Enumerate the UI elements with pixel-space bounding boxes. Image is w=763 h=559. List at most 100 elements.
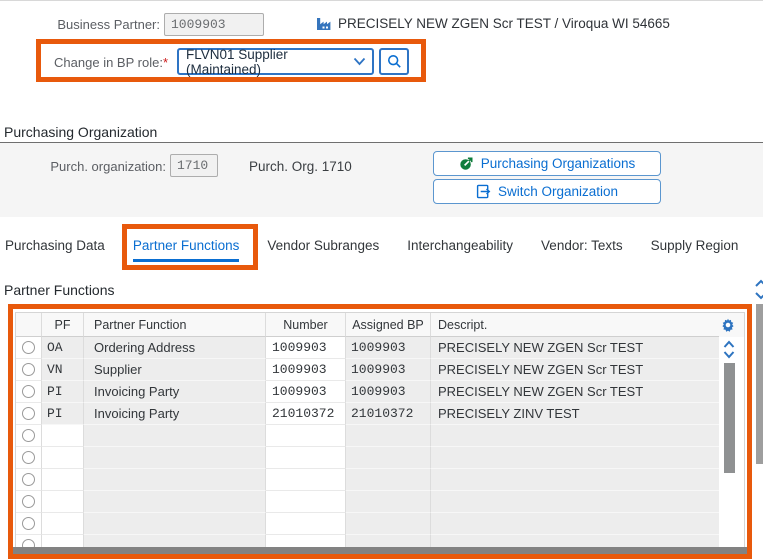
table-row: PI Invoicing Party 1009903 1009903 PRECISELY… bbox=[16, 381, 744, 403]
table-horizontal-scrollbar[interactable] bbox=[13, 547, 747, 554]
bp-role-label: Change in BP role:* bbox=[54, 55, 168, 70]
cell-number[interactable]: 1009903 bbox=[266, 337, 346, 359]
column-header-number[interactable]: Number bbox=[266, 313, 346, 337]
cell-descript bbox=[431, 491, 719, 513]
table-row-empty bbox=[16, 513, 744, 535]
column-header-pf[interactable]: PF bbox=[42, 313, 84, 337]
cell-assigned-bp: 1009903 bbox=[346, 381, 431, 403]
table-scroll-down-icon[interactable] bbox=[723, 350, 735, 359]
cell-number[interactable] bbox=[266, 469, 346, 491]
cell-descript: PRECISELY NEW ZGEN Scr TEST bbox=[431, 359, 719, 381]
row-radio-button[interactable] bbox=[22, 407, 35, 420]
factory-icon bbox=[315, 16, 332, 31]
cell-descript: PRECISELY NEW ZGEN Scr TEST bbox=[431, 381, 719, 403]
row-select-cell bbox=[16, 425, 42, 447]
partner-functions-table: PF Partner Function Number Assigned BP Descr… bbox=[15, 312, 745, 548]
cell-number[interactable] bbox=[266, 425, 346, 447]
chevron-down-icon bbox=[353, 57, 366, 66]
row-radio-button[interactable] bbox=[22, 517, 35, 530]
row-select-cell bbox=[16, 381, 42, 403]
table-header-row: PF Partner Function Number Assigned BP Descr… bbox=[16, 313, 744, 337]
column-header-assigned-bp[interactable]: Assigned BP bbox=[346, 313, 431, 337]
bp-role-dropdown[interactable]: FLVN01 Supplier (Maintained) bbox=[177, 47, 374, 77]
cell-partner-function bbox=[84, 469, 266, 491]
row-radio-button[interactable] bbox=[22, 385, 35, 398]
tab-vendor-texts[interactable]: Vendor: Texts bbox=[541, 238, 623, 262]
tab-vendor-subranges[interactable]: Vendor Subranges bbox=[267, 238, 379, 262]
table-row: VN Supplier 1009903 1009903 PRECISELY NEW ZG… bbox=[16, 359, 744, 381]
cell-pf[interactable] bbox=[42, 469, 84, 491]
org-overview-icon bbox=[459, 156, 474, 171]
row-radio-button[interactable] bbox=[22, 451, 35, 464]
switch-icon bbox=[476, 184, 491, 199]
column-header-partner-function[interactable]: Partner Function bbox=[84, 313, 266, 337]
partner-functions-title: Partner Functions bbox=[4, 282, 115, 298]
row-radio-button[interactable] bbox=[22, 341, 35, 354]
tab-supply-region[interactable]: Supply Region bbox=[651, 238, 739, 262]
purchasing-organizations-button-label: Purchasing Organizations bbox=[480, 156, 636, 171]
row-select-cell bbox=[16, 447, 42, 469]
cell-partner-function: Invoicing Party bbox=[84, 403, 266, 425]
row-radio-button[interactable] bbox=[22, 495, 35, 508]
table-row-empty bbox=[16, 425, 744, 447]
table-settings-gear-icon[interactable] bbox=[721, 318, 735, 332]
cell-number[interactable]: 21010372 bbox=[266, 403, 346, 425]
cell-partner-function bbox=[84, 425, 266, 447]
cell-pf[interactable] bbox=[42, 513, 84, 535]
cell-number[interactable]: 1009903 bbox=[266, 359, 346, 381]
table-row-empty bbox=[16, 469, 744, 491]
purchasing-organizations-button[interactable]: Purchasing Organizations bbox=[433, 151, 661, 176]
purchasing-organization-title: Purchasing Organization bbox=[4, 124, 158, 140]
cell-pf[interactable] bbox=[42, 491, 84, 513]
cell-assigned-bp: 1009903 bbox=[346, 337, 431, 359]
cell-descript bbox=[431, 447, 719, 469]
row-select-cell bbox=[16, 359, 42, 381]
cell-descript: PRECISELY ZINV TEST bbox=[431, 403, 719, 425]
cell-assigned-bp bbox=[346, 425, 431, 447]
column-header-descript-[interactable]: Descript. bbox=[431, 313, 719, 337]
partner-summary-text: PRECISELY NEW ZGEN Scr TEST / Viroqua WI… bbox=[338, 16, 670, 31]
panel-expand-collapse-icon[interactable] bbox=[754, 279, 763, 301]
table-row: OA Ordering Address 1009903 1009903 PRECISEL… bbox=[16, 337, 744, 359]
table-row-empty bbox=[16, 491, 744, 513]
cell-descript bbox=[431, 513, 719, 535]
cell-assigned-bp bbox=[346, 469, 431, 491]
table-row-empty bbox=[16, 447, 744, 469]
cell-partner-function: Invoicing Party bbox=[84, 381, 266, 403]
cell-assigned-bp bbox=[346, 491, 431, 513]
cell-number[interactable] bbox=[266, 513, 346, 535]
tab-purchasing-data[interactable]: Purchasing Data bbox=[5, 238, 105, 262]
cell-partner-function bbox=[84, 513, 266, 535]
cell-number[interactable] bbox=[266, 491, 346, 513]
purch-org-label: Purch. organization: bbox=[50, 159, 166, 174]
required-marker: * bbox=[162, 55, 168, 70]
bp-maintain-screen: Business Partner: 1009903 PRECISELY NEW … bbox=[0, 0, 763, 559]
cell-pf[interactable] bbox=[42, 425, 84, 447]
row-radio-button[interactable] bbox=[22, 473, 35, 486]
switch-organization-button[interactable]: Switch Organization bbox=[433, 179, 661, 204]
page-scrollbar[interactable] bbox=[756, 304, 763, 464]
table-scroll-up-icon[interactable] bbox=[723, 340, 735, 349]
cell-pf[interactable] bbox=[42, 447, 84, 469]
header-select-column bbox=[16, 313, 42, 337]
tab-strip: Purchasing Data Partner Functions Vendor S… bbox=[5, 238, 738, 262]
search-icon bbox=[387, 54, 402, 69]
tab-partner-functions[interactable]: Partner Functions bbox=[132, 238, 240, 262]
tab-interchangeability[interactable]: Interchangeability bbox=[407, 238, 513, 262]
cell-number[interactable] bbox=[266, 447, 346, 469]
row-select-cell bbox=[16, 469, 42, 491]
cell-assigned-bp: 21010372 bbox=[346, 403, 431, 425]
row-radio-button[interactable] bbox=[22, 363, 35, 376]
cell-number[interactable]: 1009903 bbox=[266, 381, 346, 403]
business-partner-label: Business Partner: bbox=[57, 17, 160, 32]
purch-org-field: 1710 bbox=[170, 154, 218, 177]
cell-assigned-bp bbox=[346, 513, 431, 535]
cell-partner-function: Supplier bbox=[84, 359, 266, 381]
row-select-cell bbox=[16, 491, 42, 513]
business-partner-field: 1009903 bbox=[164, 13, 264, 36]
table-vertical-scrollbar[interactable] bbox=[724, 363, 735, 473]
value-help-button[interactable] bbox=[379, 48, 409, 75]
cell-descript bbox=[431, 469, 719, 491]
row-radio-button[interactable] bbox=[22, 429, 35, 442]
row-select-cell bbox=[16, 403, 42, 425]
